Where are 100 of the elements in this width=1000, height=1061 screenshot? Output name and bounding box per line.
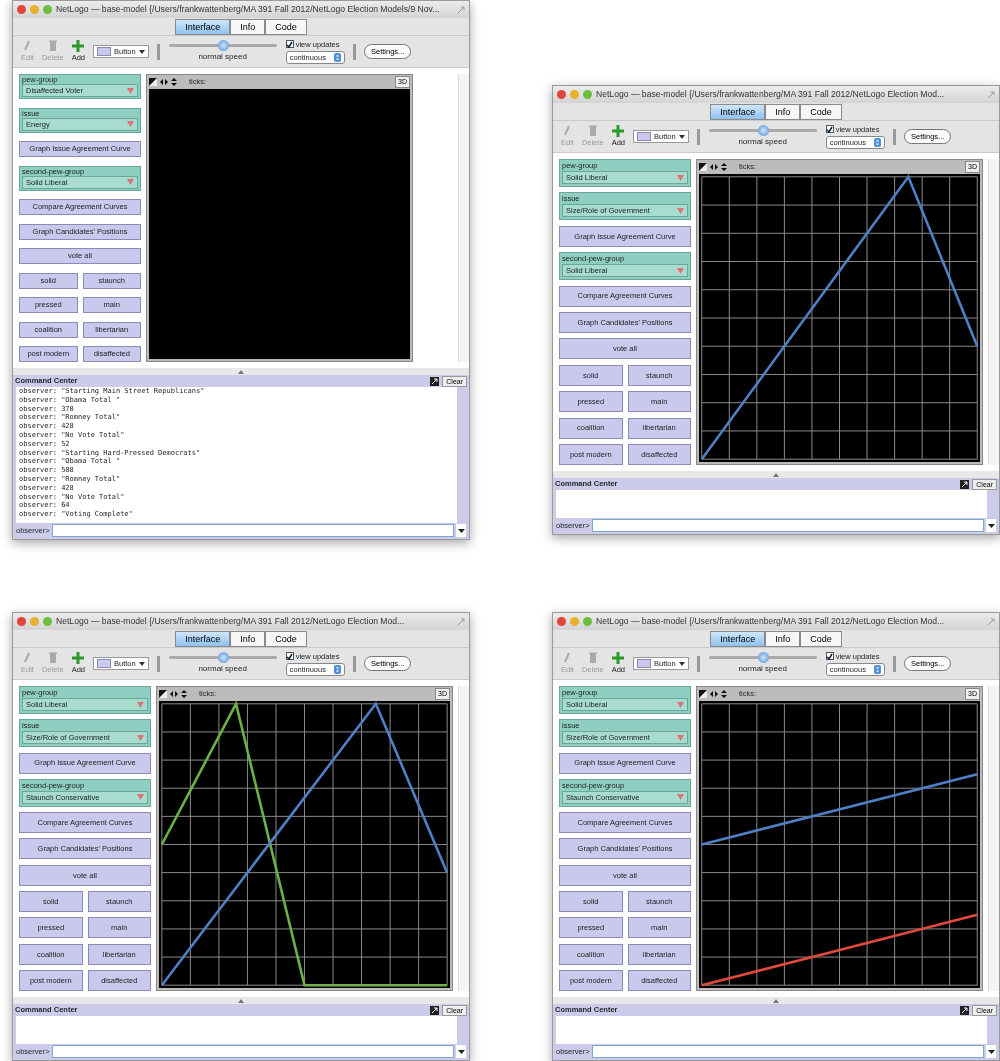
history-dropdown[interactable] [456,1045,466,1058]
button-widget-icon [637,659,651,668]
resize-icon [987,617,995,626]
command-input[interactable] [51,524,454,537]
view-controls-icon [159,690,189,698]
scrollbar[interactable] [988,159,999,465]
trash-icon [48,651,57,664]
window-title: NetLogo — base-model {/Users/frankwattenberg/MA 391 Fall 2012/NetLogo Election Mod... [596,88,946,101]
dropdown-triangle-icon [677,701,684,708]
plus-icon [612,651,625,664]
window-title: NetLogo — base-model {/Users/frankwattenberg/MA 391 Fall 2012/NetLogo Election Models/9 Nov... [56,3,441,16]
zoom-button[interactable] [583,617,592,626]
dropdown-triangle-icon [137,734,144,741]
plus-icon [72,39,85,52]
slider-thumb[interactable] [217,652,229,663]
dropdown-triangle-icon [677,734,684,741]
history-dropdown[interactable] [986,1045,996,1058]
dropdown-triangle-icon [677,267,684,274]
stepper-icon [873,138,881,148]
speed-label: normal speed [738,663,787,675]
dropdown-triangle-icon [137,794,144,801]
tab[interactable]: Info [230,19,266,35]
stepper-icon [333,53,341,63]
checkmark-icon [286,40,294,48]
dropdown-triangle-icon [137,701,144,708]
close-button[interactable] [557,90,566,99]
tab[interactable]: Interface [710,104,766,120]
close-button[interactable] [17,617,26,626]
scrollbar[interactable] [458,74,469,362]
checkmark-icon [826,125,834,133]
tab[interactable]: Interface [175,631,231,647]
pencil-icon [23,651,32,664]
expand-icon[interactable] [960,479,970,489]
history-dropdown[interactable] [986,519,996,532]
speed-label: normal speed [738,136,787,148]
minimize-button[interactable] [30,617,39,626]
dropdown-triangle-icon [127,179,134,185]
close-button[interactable] [557,617,566,626]
window-title: NetLogo — base-model {/Users/frankwattenberg/MA 391 Fall 2012/NetLogo Election Mod... [596,615,946,628]
plus-icon [72,651,85,664]
caret-icon [138,49,145,54]
slider-thumb[interactable] [757,125,769,136]
command-input[interactable] [51,1045,454,1058]
checkmark-icon [826,652,834,660]
resize-icon [457,617,465,626]
scrollbar[interactable] [458,686,469,991]
scrollbar[interactable] [988,686,999,991]
minimize-button[interactable] [570,90,579,99]
plus-icon [612,124,625,137]
close-button[interactable] [17,5,26,14]
caret-icon [138,661,145,666]
command-input[interactable] [591,1045,984,1058]
minimize-button[interactable] [570,617,579,626]
caret-icon [678,134,685,139]
dropdown-triangle-icon [677,794,684,801]
command-input[interactable] [591,519,984,532]
caret-icon [457,1049,465,1054]
button-widget-icon [97,47,111,56]
trash-icon [48,39,57,52]
button-widget-icon [97,659,111,668]
tab[interactable]: Info [765,104,801,120]
button-widget-icon [637,132,651,141]
window-title: NetLogo — base-model {/Users/frankwattenberg/MA 391 Fall 2012/NetLogo Election Mod... [56,615,406,628]
view-controls-icon [149,78,179,86]
trash-icon [588,124,597,137]
dropdown-triangle-icon [677,207,684,214]
pencil-icon [563,651,572,664]
tab[interactable]: Code [265,631,307,647]
zoom-button[interactable] [583,90,592,99]
caret-icon [457,528,465,533]
dropdown-triangle-icon [127,121,134,127]
trash-icon [588,651,597,664]
resize-icon [987,90,995,99]
dropdown-triangle-icon [677,174,684,181]
view-controls-icon [699,690,729,698]
slider-thumb[interactable] [757,652,769,663]
caret-icon [987,523,995,528]
minimize-button[interactable] [30,5,39,14]
tab[interactable]: Code [800,631,842,647]
tab[interactable]: Code [265,19,307,35]
history-dropdown[interactable] [456,524,466,537]
view-controls-icon [699,163,729,171]
slider-thumb[interactable] [217,40,229,51]
expand-icon[interactable] [430,1005,440,1015]
speed-label: normal speed [198,51,247,63]
caret-icon [987,1049,995,1054]
tab[interactable]: Code [800,104,842,120]
tab[interactable]: Info [765,631,801,647]
resize-icon [457,5,465,14]
tab[interactable]: Interface [175,19,231,35]
tab[interactable]: Interface [710,631,766,647]
zoom-button[interactable] [43,5,52,14]
stepper-icon [873,665,881,675]
tab[interactable]: Info [230,631,266,647]
checkmark-icon [286,652,294,660]
caret-icon [678,661,685,666]
expand-icon[interactable] [430,376,440,386]
zoom-button[interactable] [43,617,52,626]
expand-icon[interactable] [960,1005,970,1015]
pencil-icon [23,39,32,52]
